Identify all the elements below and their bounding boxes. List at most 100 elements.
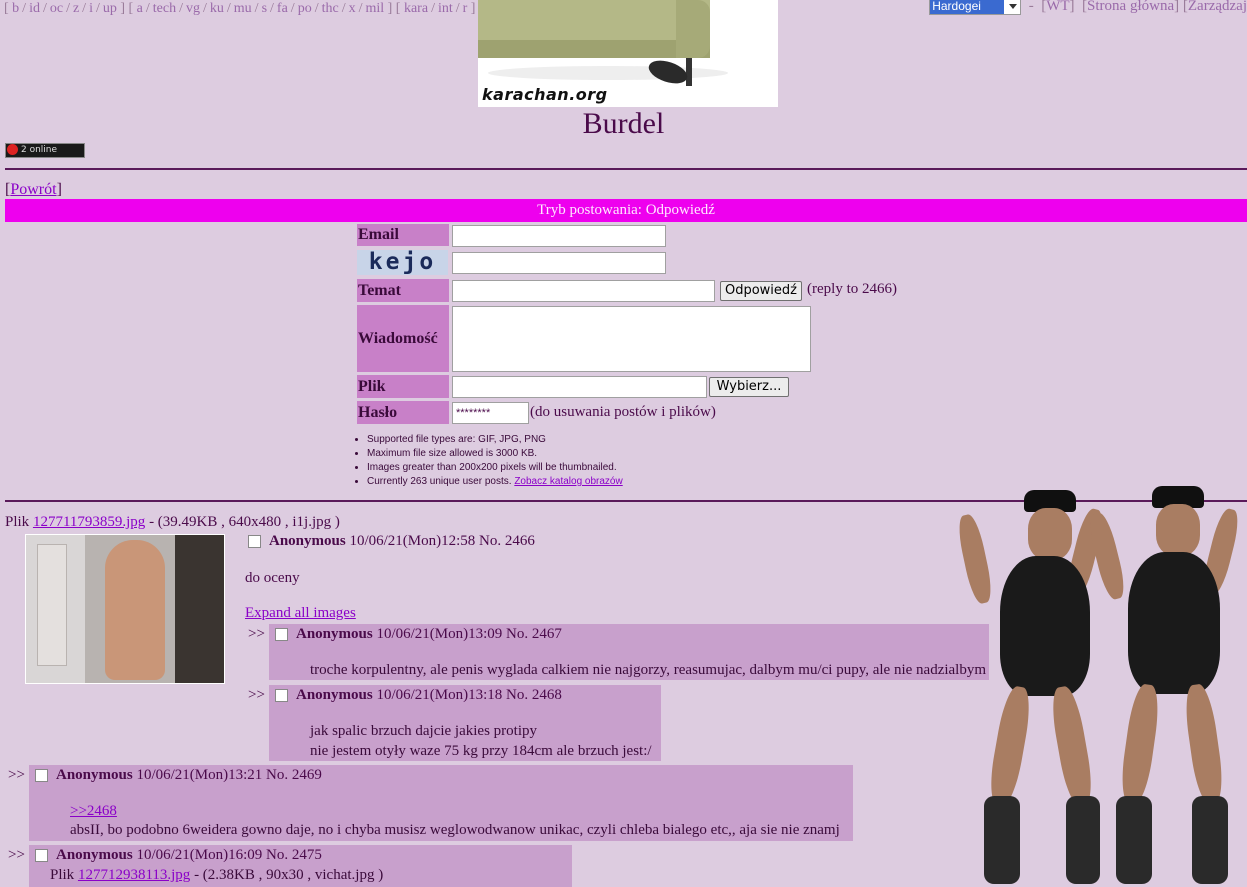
image-catalog-link[interactable]: Zobacz katalog obrazów <box>514 476 622 487</box>
browse-button[interactable]: Wybierz... <box>709 377 789 397</box>
post-date: 10/06/21(Mon)13:21 No. 2469 <box>136 767 322 783</box>
dancer-figure <box>954 486 1107 887</box>
reply-select-checkbox[interactable] <box>275 628 288 642</box>
message-label: Wiadomość <box>357 305 449 372</box>
banner-logo: karachan.org <box>482 85 608 104</box>
reply-file-meta: - (2.38KB , 90x30 , vichat.jpg ) <box>194 867 384 883</box>
banner-image[interactable]: karachan.org <box>478 0 778 107</box>
board-link-id[interactable]: id <box>29 1 40 16</box>
reply-select-checkbox[interactable] <box>275 689 288 703</box>
posting-rules: Supported file types are: GIF, JPG, PNG … <box>357 433 623 489</box>
online-badge[interactable]: 2 online <box>5 143 85 158</box>
reply-header: Anonymous 10/06/21(Mon)16:09 No. 2475 <box>35 847 322 864</box>
link-home[interactable]: Strona główna <box>1087 0 1174 14</box>
board-link-mil[interactable]: mil <box>365 1 384 16</box>
board-link-fa[interactable]: fa <box>277 1 288 16</box>
board-link-int[interactable]: int <box>438 1 453 16</box>
file-prefix: Plik <box>50 867 75 883</box>
board-link-thc[interactable]: thc <box>322 1 339 16</box>
rule-item: Currently 263 unique user posts. Zobacz … <box>367 475 623 489</box>
poster-name: Anonymous <box>296 626 373 642</box>
board-link-kara[interactable]: kara <box>404 1 428 16</box>
op-file-info: Plik 127711793859.jpg - (39.49KB , 640x4… <box>5 514 340 531</box>
op-thumbnail[interactable] <box>25 534 225 684</box>
cockroach-icon <box>645 56 691 88</box>
reply-arrows: >> <box>248 687 265 703</box>
rule-text: Currently 263 unique user posts. <box>367 476 512 487</box>
reply-header: Anonymous 10/06/21(Mon)13:09 No. 2467 <box>275 626 562 643</box>
message-field[interactable] <box>452 306 811 372</box>
reply-select-checkbox[interactable] <box>35 769 48 783</box>
board-link-s[interactable]: s <box>262 1 267 16</box>
reply-post: Anonymous 10/06/21(Mon)13:18 No. 2468 ja… <box>269 685 661 761</box>
subject-field[interactable] <box>452 280 715 302</box>
file-label: Plik <box>357 375 449 398</box>
link-wt[interactable]: WT <box>1046 0 1069 14</box>
reply-post: Anonymous 10/06/21(Mon)13:21 No. 2469 >>… <box>29 765 853 841</box>
board-link-oc[interactable]: oc <box>50 1 63 16</box>
dancers-image <box>954 486 1247 887</box>
board-link-mu[interactable]: mu <box>234 1 252 16</box>
reply-file-info: Plik 127712938113.jpg - (2.38KB , 90x30 … <box>50 867 383 884</box>
link-manage[interactable]: Zarządzaj <box>1188 0 1247 14</box>
poster-name: Anonymous <box>269 533 346 549</box>
back-link[interactable]: Powrót <box>10 181 56 198</box>
board-link-b[interactable]: b <box>12 1 19 16</box>
captcha-field[interactable] <box>452 252 666 274</box>
reply-file-link[interactable]: 127712938113.jpg <box>78 867 190 883</box>
subject-label: Temat <box>357 279 449 302</box>
board-link-tech[interactable]: tech <box>153 1 176 16</box>
file-field[interactable] <box>452 376 707 398</box>
dancer-figure <box>1085 486 1247 887</box>
board-link-x[interactable]: x <box>349 1 356 16</box>
board-link-vg[interactable]: vg <box>186 1 200 16</box>
password-note: (do usuwania postów i plików) <box>530 404 716 420</box>
top-right-navigation: Hardogei - [WT] [Strona główna] [Zarządz… <box>929 0 1247 16</box>
reply-post: Anonymous 10/06/21(Mon)13:09 No. 2467 tr… <box>269 624 989 680</box>
op-file-link[interactable]: 127711793859.jpg <box>33 514 145 530</box>
post-date: 10/06/21(Mon)13:18 No. 2468 <box>376 687 562 703</box>
reply-arrows: >> <box>8 847 25 863</box>
board-link-po[interactable]: po <box>298 1 312 16</box>
online-indicator-icon <box>7 144 18 155</box>
online-badge-label: 2 online <box>21 145 58 155</box>
board-link-a[interactable]: a <box>137 1 143 16</box>
back-link-wrapper: [Powrót] <box>5 181 62 198</box>
op-select-checkbox[interactable] <box>248 535 261 549</box>
poster-name: Anonymous <box>296 687 373 703</box>
password-label: Hasło <box>357 401 449 424</box>
op-header: Anonymous 10/06/21(Mon)12:58 No. 2466 <box>248 533 535 550</box>
chevron-down-icon <box>1009 4 1018 10</box>
expand-all-images-link[interactable]: Expand all images <box>245 605 356 621</box>
post-date: 10/06/21(Mon)13:09 No. 2467 <box>376 626 562 642</box>
board-link-r[interactable]: r <box>463 1 468 16</box>
password-field[interactable]: ******** <box>452 402 529 424</box>
rule-item: Images greater than 200x200 pixels will … <box>367 461 623 475</box>
reply-message: absII, bo podobno 6weidera gowno daje, n… <box>70 822 840 838</box>
captcha-image: kejo <box>357 250 448 275</box>
email-label: Email <box>357 224 449 246</box>
reply-header: Anonymous 10/06/21(Mon)13:21 No. 2469 <box>35 767 322 784</box>
rule-item: Supported file types are: GIF, JPG, PNG <box>367 433 623 447</box>
quote-link[interactable]: >>2468 <box>70 803 117 819</box>
op-message: do oceny <box>245 570 300 586</box>
op-file-meta: - (39.49KB , 640x480 , i1j.jpg ) <box>149 514 340 530</box>
style-select[interactable]: Hardogei <box>929 0 1022 16</box>
board-link-ku[interactable]: ku <box>210 1 224 16</box>
reply-message-line: jak spalic brzuch dajcie jakies protipy <box>310 723 537 739</box>
board-link-i[interactable]: i <box>89 1 93 16</box>
sofa-graphic <box>478 0 710 58</box>
board-navigation: [ b / id / oc / z / i / up ] [ a / tech / vg / ku / mu / s / f… <box>4 1 476 16</box>
board-link-up[interactable]: up <box>103 1 117 16</box>
file-prefix: Plik <box>5 514 30 530</box>
poster-name: Anonymous <box>56 767 133 783</box>
rule-item: Maximum file size allowed is 3000 KB. <box>367 447 623 461</box>
board-title: Burdel <box>582 107 665 140</box>
email-field[interactable] <box>452 225 666 247</box>
submit-reply-button[interactable]: Odpowiedź <box>720 281 802 301</box>
posting-mode-bar: Tryb postowania: Odpowiedź <box>5 199 1247 222</box>
reply-arrows: >> <box>248 626 265 642</box>
board-link-z[interactable]: z <box>73 1 79 16</box>
reply-select-checkbox[interactable] <box>35 849 48 863</box>
post-date: 10/06/21(Mon)16:09 No. 2475 <box>136 847 322 863</box>
